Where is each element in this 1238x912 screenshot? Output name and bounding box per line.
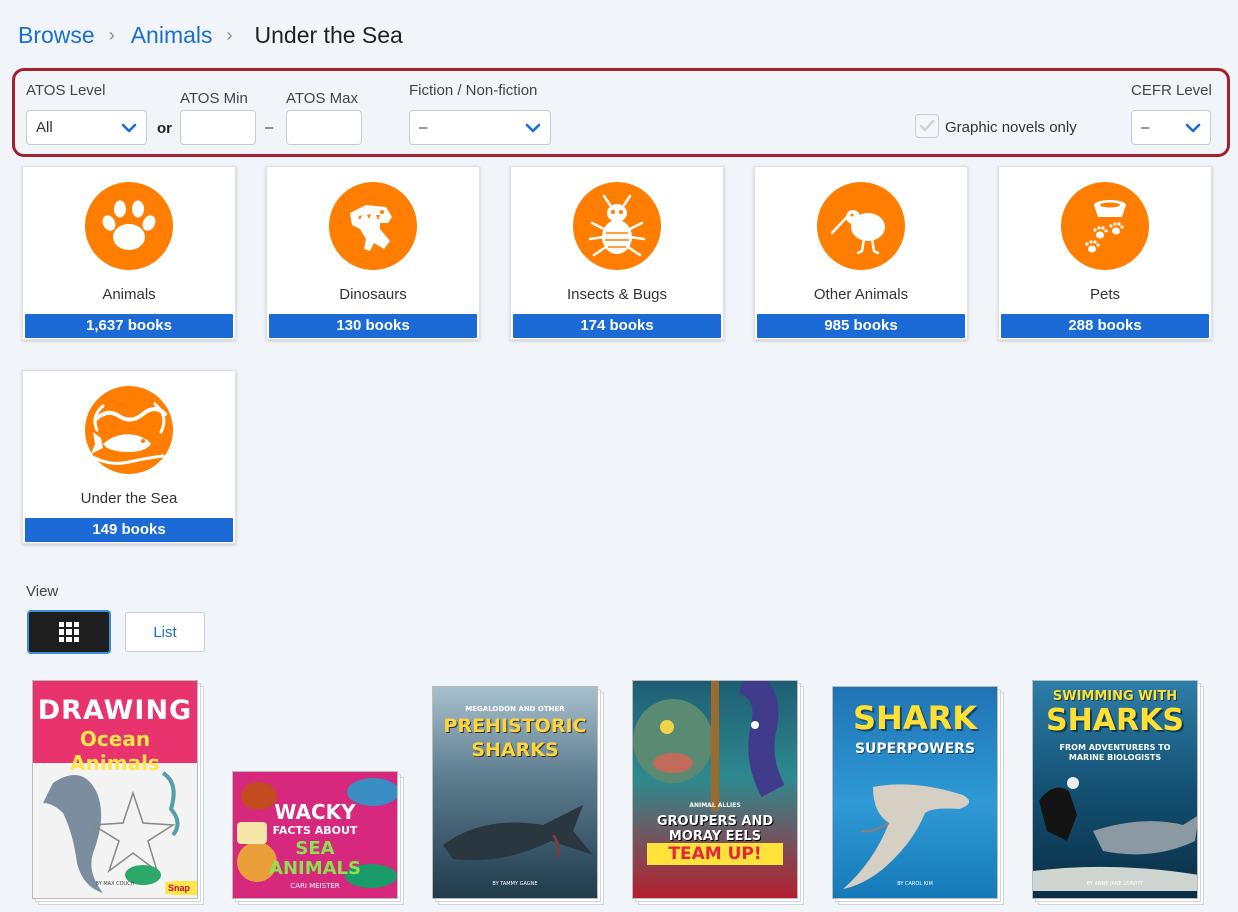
chevron-right-icon: › (108, 25, 115, 45)
book-author: BY ANNE JANE LEAVITT (1086, 881, 1144, 887)
book-subtitle: FROM ADVENTURERS TO MARINE BIOLOGISTS (1059, 743, 1171, 762)
book-title-line2: FACTS ABOUT (272, 824, 358, 837)
category-count: 149 books (25, 518, 233, 542)
book-subtitle: ANIMAL ALLIES (689, 802, 741, 809)
atos-min-input[interactable] (180, 110, 256, 145)
kiwi-bird-icon (817, 182, 905, 270)
check-icon (919, 119, 935, 132)
category-count: 985 books (757, 314, 965, 338)
book-cover-drawing-ocean-animals[interactable]: DRAWING Ocean Animals BY MAX COUCH Snap (32, 680, 204, 905)
breadcrumb: Browse › Animals › Under the Sea (18, 22, 403, 49)
or-label: or (157, 120, 172, 137)
chevron-down-icon (121, 123, 137, 133)
category-name: Animals (102, 286, 156, 303)
book-cover-swimming-with-sharks[interactable]: SWIMMING WITH SHARKS FROM ADVENTURERS TO… (1032, 680, 1204, 905)
breadcrumb-browse-link[interactable]: Browse (18, 22, 95, 49)
cefr-level-select[interactable]: – (1131, 110, 1211, 145)
breadcrumb-animals-link[interactable]: Animals (131, 22, 213, 49)
book-title-line1: SWIMMING WITH (1052, 689, 1178, 704)
bug-icon (573, 182, 661, 270)
chevron-right-icon: › (226, 25, 233, 45)
book-cover-prehistoric-sharks[interactable]: MEGALODON AND OTHER PREHISTORIC SHARKS B… (432, 686, 604, 905)
fish-icon (85, 386, 173, 474)
book-title-line1: SHARK (852, 699, 978, 737)
category-card-under-the-sea[interactable]: Under the Sea 149 books (22, 370, 236, 544)
category-card-insects-bugs[interactable]: Insects & Bugs 174 books (510, 166, 724, 340)
range-dash: – (265, 119, 274, 136)
category-card-dinosaurs[interactable]: Dinosaurs 130 books (266, 166, 480, 340)
atos-max-label: ATOS Max (286, 90, 358, 107)
book-title-line4: ANIMALS (269, 858, 361, 879)
book-author: BY TAMMY GAGNE (492, 881, 538, 887)
book-cover-wacky-facts[interactable]: WACKY FACTS ABOUT SEA ANIMALS CARI MEIST… (232, 771, 404, 905)
publisher-logo: Snap (164, 882, 193, 894)
book-cover-groupers-moray-eels[interactable]: ANIMAL ALLIES GROUPERS AND MORAY EELS TE… (632, 680, 804, 905)
dinosaur-icon (329, 182, 417, 270)
category-count: 174 books (513, 314, 721, 338)
book-author: BY CAROL KIM (897, 881, 933, 887)
fiction-label: Fiction / Non-fiction (409, 82, 538, 99)
fiction-select[interactable]: – (409, 110, 551, 145)
atos-level-label: ATOS Level (26, 82, 106, 99)
book-title-line1: PREHISTORIC (443, 715, 587, 737)
book-title-line2: SUPERPOWERS (854, 741, 976, 757)
dolphin-illustration (43, 771, 197, 895)
book-title-line2: SHARKS (471, 739, 559, 761)
grid-view-button[interactable] (27, 610, 111, 654)
grouper-eel-illustration (633, 681, 785, 811)
diver-shark-illustration (1033, 777, 1197, 891)
category-name: Pets (1089, 286, 1120, 303)
book-title-line2: SHARKS (1046, 703, 1184, 738)
book-author: CARI MEISTER (290, 882, 340, 890)
category-name: Other Animals (813, 286, 909, 303)
category-count: 130 books (269, 314, 477, 338)
category-card-pets[interactable]: Pets 288 books (998, 166, 1212, 340)
cefr-value: – (1141, 119, 1150, 136)
filter-panel: ATOS Level All or ATOS Min – ATOS Max Fi… (12, 68, 1230, 157)
book-title-line1: WACKY (274, 800, 356, 824)
book-cover-shark-superpowers[interactable]: SHARK SUPERPOWERS BY CAROL KIM (832, 686, 1004, 905)
category-name: Dinosaurs (339, 286, 407, 303)
graphic-novels-checkbox[interactable] (915, 114, 939, 138)
pet-bowl-icon (1061, 182, 1149, 270)
shark-illustration (443, 805, 593, 861)
book-title-line3: TEAM UP! (647, 843, 783, 865)
atos-max-input[interactable] (286, 110, 362, 145)
category-name: Under the Sea (80, 490, 178, 507)
category-count: 288 books (1001, 314, 1209, 338)
atos-min-label: ATOS Min (180, 90, 248, 107)
cefr-level-label: CEFR Level (1131, 82, 1212, 99)
atos-level-select[interactable]: All (26, 110, 147, 145)
book-title-line3: SEA (295, 838, 335, 859)
graphic-novels-label[interactable]: Graphic novels only (945, 119, 1077, 136)
category-card-other-animals[interactable]: Other Animals 985 books (754, 166, 968, 340)
grid-icon (59, 622, 79, 642)
atos-level-value: All (36, 119, 53, 136)
book-title-line1: GROUPERS AND (656, 814, 774, 829)
book-title-line1: DRAWING (37, 695, 193, 726)
book-title-line2: MORAY EELS (668, 829, 762, 844)
chevron-down-icon (1185, 123, 1201, 133)
category-card-animals[interactable]: Animals 1,637 books (22, 166, 236, 340)
list-view-button[interactable]: List (125, 612, 205, 652)
hammerhead-shark-illustration (843, 784, 970, 889)
fiction-value: – (419, 119, 428, 136)
page-title: Under the Sea (254, 22, 403, 48)
category-name: Insects & Bugs (566, 286, 668, 303)
book-subtitle: MEGALODON AND OTHER (465, 705, 565, 713)
view-label: View (26, 583, 59, 600)
paw-icon (85, 182, 173, 270)
category-count: 1,637 books (25, 314, 233, 338)
chevron-down-icon (525, 123, 541, 133)
